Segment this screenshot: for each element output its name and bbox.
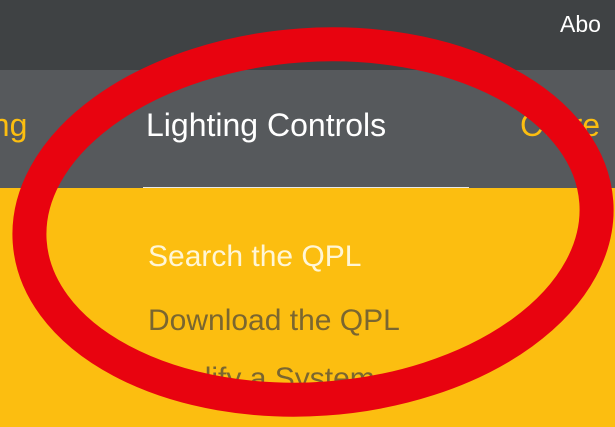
about-link[interactable]: Abo: [560, 9, 601, 39]
dropdown-item-qualify-system[interactable]: Qualify a System: [148, 359, 375, 399]
nav-item-lighting-controls[interactable]: Lighting Controls: [146, 103, 386, 147]
top-utility-bar: [0, 0, 615, 70]
nav-item-current[interactable]: Curre: [520, 103, 600, 147]
dropdown-item-download-qpl[interactable]: Download the QPL: [148, 301, 400, 341]
dropdown-item-search-qpl[interactable]: Search the QPL: [148, 237, 361, 277]
nav-item-lighting[interactable]: hting: [0, 103, 27, 147]
page: Abo hting Lighting Controls Curre Search…: [0, 0, 615, 427]
